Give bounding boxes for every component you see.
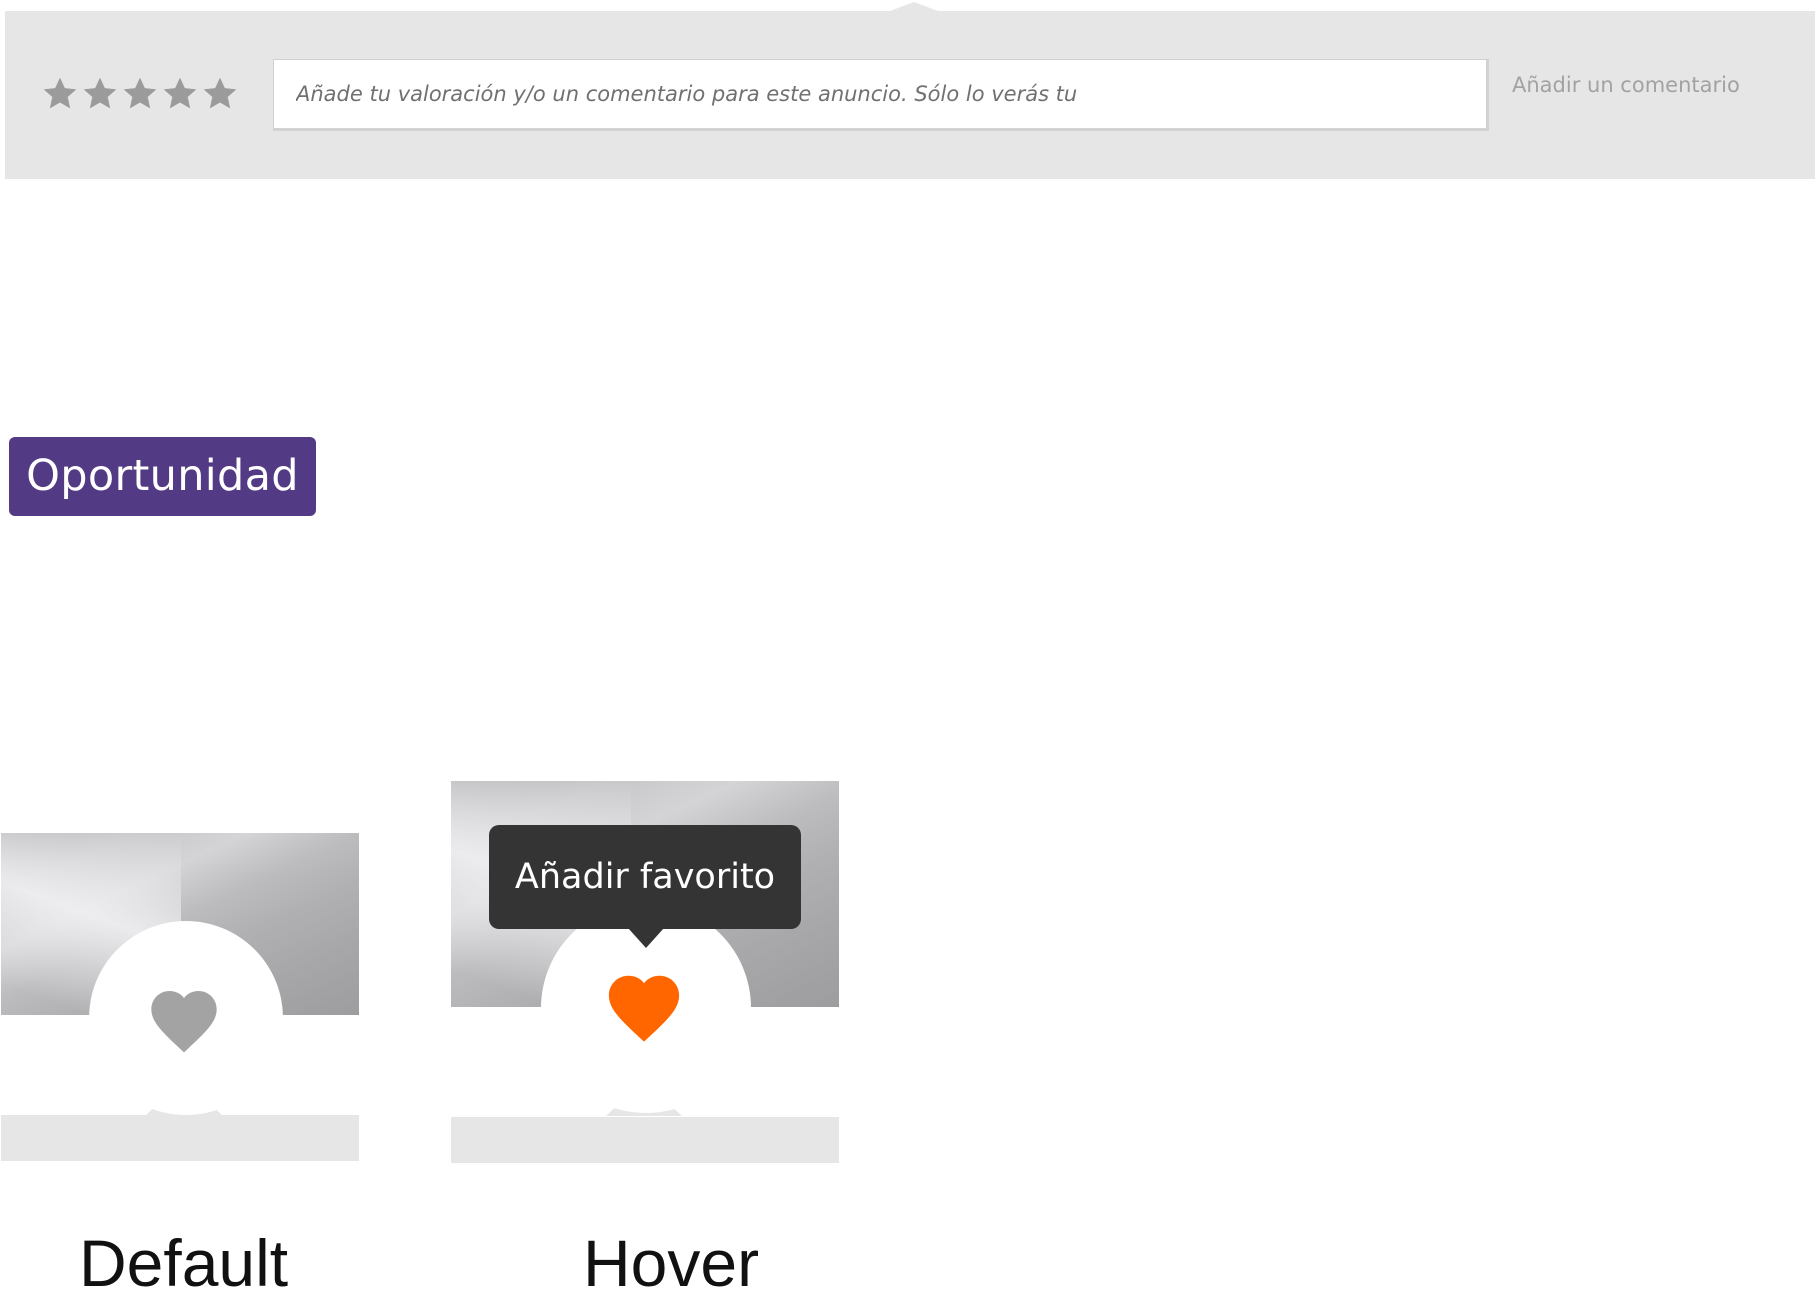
star-icon[interactable] <box>200 74 240 114</box>
tooltip-arrow <box>628 928 664 948</box>
star-icon[interactable] <box>80 74 120 114</box>
favorite-tooltip: Añadir favorito <box>489 825 801 929</box>
star-icon[interactable] <box>160 74 200 114</box>
add-comment-link[interactable]: Añadir un comentario <box>1512 73 1740 97</box>
opportunity-badge: Oportunidad <box>9 437 316 516</box>
comment-bar: Añadir un comentario <box>5 2 1815 179</box>
star-icon[interactable] <box>120 74 160 114</box>
comment-input[interactable] <box>273 59 1489 131</box>
rating-stars[interactable] <box>40 74 240 114</box>
card-bottom-bar <box>451 1117 839 1163</box>
star-icon[interactable] <box>40 74 80 114</box>
state-caption-hover: Hover <box>583 1226 760 1300</box>
heart-icon[interactable] <box>601 965 687 1051</box>
comment-bar-notch <box>890 2 938 11</box>
state-caption-default: Default <box>79 1226 289 1300</box>
card-bottom-bar <box>1 1115 359 1161</box>
favorite-card-default <box>1 833 359 1163</box>
heart-icon[interactable] <box>144 981 224 1061</box>
